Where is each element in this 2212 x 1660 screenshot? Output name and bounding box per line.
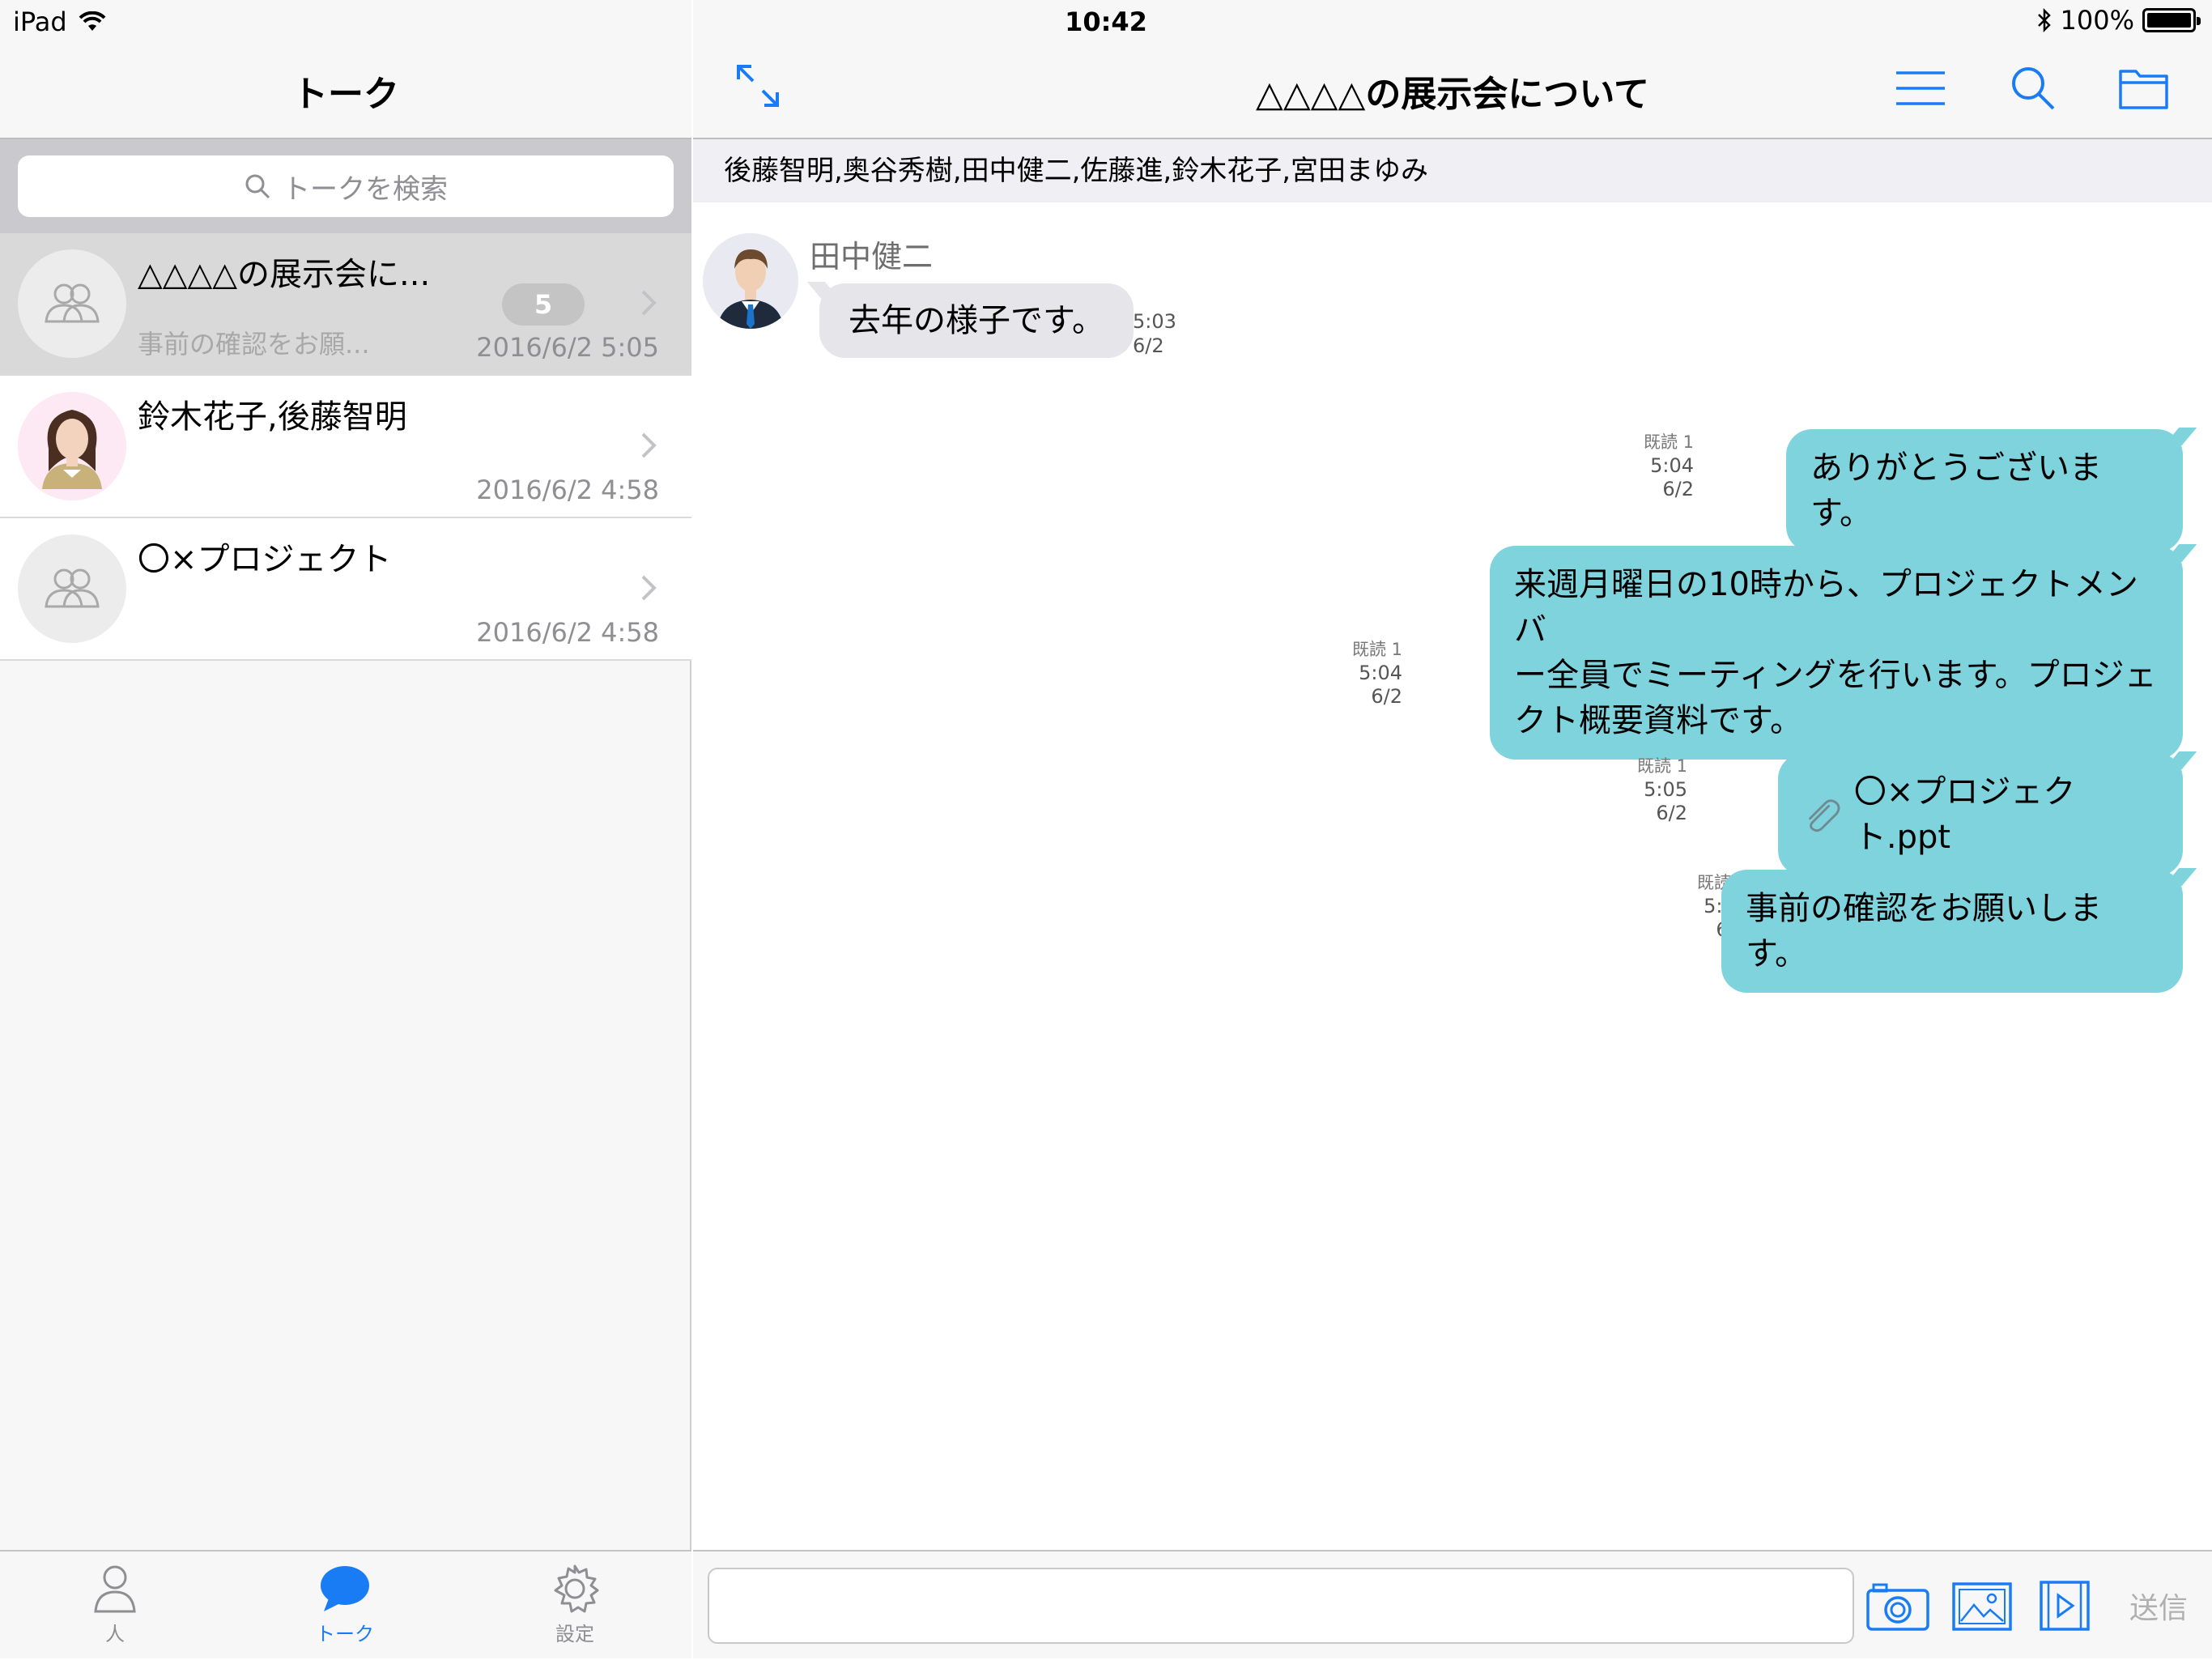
search-icon — [245, 174, 270, 199]
talk-date: 2016/6/2 4:58 — [476, 617, 659, 648]
tab-label: 人 — [105, 1623, 125, 1645]
tab-bar: 人 トーク 設定 — [0, 1550, 691, 1658]
message-meta: 既読 1 5:04 6/2 — [1644, 431, 1694, 501]
talk-item[interactable]: 鈴木花子,後藤智明 2016/6/2 4:58 — [0, 376, 691, 518]
outgoing-message-bubble[interactable]: ありがとうございます。 — [1786, 429, 2183, 552]
menu-icon[interactable] — [1895, 70, 1946, 107]
chat-members: 後藤智明,奥谷秀樹,田中健二,佐藤進,鈴木花子,宮田まゆみ — [693, 139, 2212, 202]
message-meta: 既読 1 5:05 6/2 — [1637, 755, 1687, 825]
message-date: 6/2 — [1656, 802, 1687, 824]
group-avatar — [18, 534, 126, 643]
tab-label: 設定 — [555, 1623, 594, 1645]
video-icon[interactable] — [2039, 1579, 2091, 1632]
message-line: クト概要資料です。 — [1514, 702, 1802, 739]
camera-icon[interactable] — [1865, 1579, 1930, 1632]
bluetooth-icon — [2037, 7, 2051, 33]
group-icon — [45, 283, 100, 323]
message-line: ー全員でミーティングを行います。プロジェ — [1514, 657, 2157, 694]
message-input-bar: 送信 — [693, 1550, 2212, 1658]
tab-people[interactable]: 人 — [34, 1551, 196, 1660]
battery-icon — [2142, 8, 2201, 32]
talk-name: 〇×プロジェクト — [138, 541, 392, 578]
message-date: 6/2 — [1662, 478, 1694, 500]
message-input[interactable] — [708, 1568, 1854, 1644]
sender-avatar[interactable] — [703, 233, 798, 329]
woman-avatar — [18, 392, 126, 500]
battery-percent: 100% — [2060, 5, 2134, 36]
talk-list: △△△△の展示会に... 5 事前の確認をお願... 2016/6/2 5:05 — [0, 233, 691, 661]
message-meta: 既読 1 5:04 6/2 — [1352, 638, 1402, 709]
chat-title: △△△△の展示会について — [1255, 74, 1650, 115]
send-button[interactable]: 送信 — [2125, 1584, 2193, 1628]
unread-badge: 5 — [502, 283, 585, 326]
talk-item[interactable]: 〇×プロジェクト 2016/6/2 4:58 — [0, 518, 691, 661]
read-receipt: 既読 1 — [1351, 640, 1402, 659]
talk-preview: 事前の確認をお願... — [138, 329, 370, 360]
chat-pane: △△△△の展示会について 後藤智明,奥谷秀樹,田中健二,佐藤進,鈴木花子,宮田ま… — [693, 0, 2212, 1658]
search-placeholder: トークを検索 — [283, 172, 448, 206]
message-date: 6/2 — [1133, 334, 1164, 357]
chevron-right-icon — [641, 432, 657, 458]
message-time: 5:05 — [1644, 778, 1687, 801]
message-line: 来週月曜日の10時から、プロジェクトメンバ — [1514, 566, 2138, 649]
group-icon — [45, 568, 100, 608]
talk-date: 2016/6/2 5:05 — [476, 332, 659, 363]
message-text: 去年の様子です。 — [849, 302, 1104, 339]
attachment-name[interactable]: 〇×プロジェクト.ppt — [1854, 769, 2159, 860]
outgoing-message-bubble[interactable]: 事前の確認をお願いします。 — [1721, 870, 2183, 993]
talk-date: 2016/6/2 4:58 — [476, 475, 659, 505]
paperclip-icon — [1809, 799, 1840, 832]
gear-icon — [554, 1564, 599, 1613]
talk-item[interactable]: △△△△の展示会に... 5 事前の確認をお願... 2016/6/2 5:05 — [0, 233, 691, 376]
message-time: 5:04 — [1359, 662, 1402, 684]
folder-icon[interactable] — [2118, 65, 2170, 110]
tab-talk[interactable]: トーク — [264, 1551, 426, 1660]
talk-name: △△△△の展示会に... — [138, 256, 431, 293]
talk-search-input[interactable]: トークを検索 — [18, 155, 674, 217]
chevron-right-icon — [641, 290, 657, 316]
read-receipt: 既読 1 — [1636, 756, 1687, 776]
sender-name: 田中健二 — [810, 239, 934, 275]
incoming-message-bubble[interactable]: 去年の様子です。 — [819, 283, 1134, 358]
tab-label: トーク — [316, 1623, 374, 1645]
read-receipt: 既読 1 — [1643, 432, 1694, 452]
woman-photo — [18, 392, 126, 500]
message-meta: 5:03 6/2 — [1133, 309, 1176, 358]
outgoing-message-bubble[interactable]: 来週月曜日の10時から、プロジェクトメンバ ー全員でミーティングを行います。プロ… — [1490, 546, 2183, 760]
status-right: 100% — [2036, 5, 2201, 36]
message-text: 事前の確認をお願いします。 — [1746, 890, 2102, 973]
talk-list-pane: トーク トークを検索 △△△△の展示会に... 5 事前の確認をお願... 20… — [0, 0, 691, 1658]
tab-settings[interactable]: 設定 — [494, 1551, 656, 1660]
search-icon[interactable] — [2010, 65, 2057, 112]
status-bar: iPad 10:42 100% — [0, 0, 2212, 45]
man-photo — [703, 233, 798, 329]
talk-name: 鈴木花子,後藤智明 — [138, 398, 407, 436]
status-time: 10:42 — [1065, 6, 1147, 37]
message-time: 5:03 — [1133, 310, 1176, 333]
group-avatar — [18, 249, 126, 358]
chat-bubble-icon — [321, 1566, 369, 1611]
talk-list-title: トーク — [292, 74, 399, 115]
message-text: ありがとうございます。 — [1810, 449, 2102, 532]
message-list: 田中健二 去年の様子です。 5:03 6/2 既読 1 5:04 6/2 ありが… — [693, 202, 2212, 1550]
attachment-message-bubble[interactable]: 〇×プロジェクト.ppt — [1778, 753, 2183, 876]
message-time: 5:04 — [1650, 454, 1694, 477]
chevron-right-icon — [641, 575, 657, 601]
person-icon — [94, 1565, 136, 1613]
image-icon[interactable] — [1951, 1579, 2013, 1632]
message-date: 6/2 — [1371, 685, 1402, 708]
search-area: トークを検索 — [0, 139, 691, 233]
